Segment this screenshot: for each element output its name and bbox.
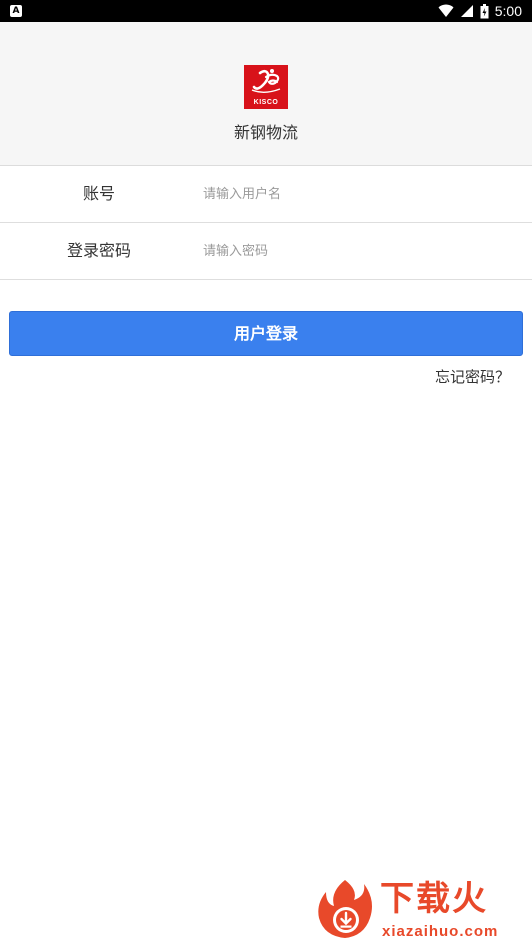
watermark: 下载火 xiazaihuo.com bbox=[314, 876, 532, 946]
status-bar: A 5:00 bbox=[0, 0, 532, 22]
password-row: 登录密码 bbox=[0, 223, 532, 280]
app-notification-icon: A bbox=[10, 5, 22, 17]
signal-icon bbox=[460, 5, 473, 17]
password-label: 登录密码 bbox=[66, 241, 131, 260]
account-row: 账号 bbox=[0, 166, 532, 223]
app-header: KISCO 新钢物流 bbox=[0, 22, 532, 166]
wifi-icon bbox=[438, 4, 454, 17]
account-label: 账号 bbox=[82, 184, 115, 203]
watermark-title: 下载火 bbox=[380, 879, 488, 919]
app-name: 新钢物流 bbox=[233, 123, 298, 142]
status-time: 5:00 bbox=[494, 3, 522, 19]
flame-download-icon bbox=[318, 880, 372, 938]
battery-icon bbox=[480, 3, 489, 18]
watermark-url: xiazaihuo.com bbox=[382, 923, 499, 940]
username-input[interactable] bbox=[203, 180, 513, 208]
password-input[interactable] bbox=[203, 237, 513, 265]
logo-mark-icon bbox=[251, 69, 281, 93]
logo-text: KISCO bbox=[253, 99, 279, 106]
status-bar-right: 5:00 bbox=[438, 0, 522, 22]
forgot-password-link[interactable]: 忘记密码？ bbox=[435, 366, 510, 387]
kisco-logo: KISCO bbox=[244, 65, 288, 109]
login-button[interactable]: 用户登录 bbox=[9, 311, 523, 356]
